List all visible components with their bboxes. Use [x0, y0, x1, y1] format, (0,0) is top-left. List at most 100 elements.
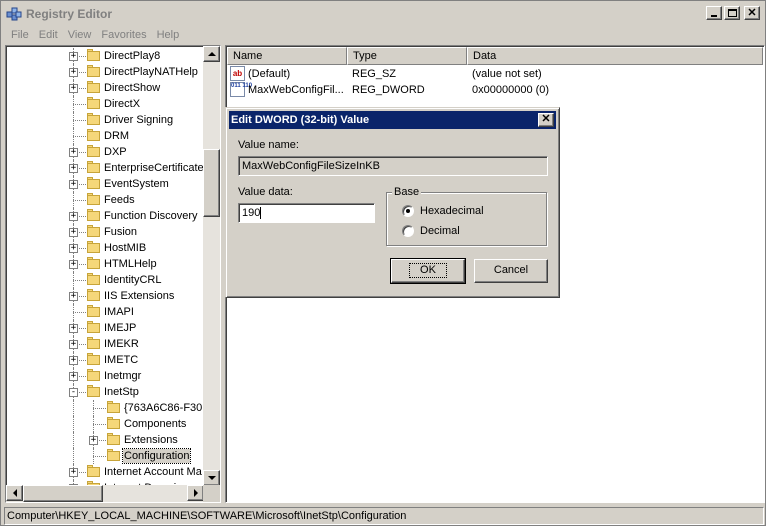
tree-item[interactable]: + Function Discovery: [6, 208, 204, 224]
arrow-left-icon: [12, 489, 17, 497]
expand-icon[interactable]: +: [69, 148, 78, 157]
expand-icon[interactable]: +: [69, 228, 78, 237]
tree-item[interactable]: IdentityCRL: [6, 272, 204, 288]
folder-icon: [86, 305, 101, 318]
tree-item[interactable]: + Extensions: [6, 432, 204, 448]
tree-item[interactable]: DirectX: [6, 96, 204, 112]
expand-icon[interactable]: +: [69, 180, 78, 189]
folder-icon: [86, 257, 101, 270]
tree-item[interactable]: + EnterpriseCertificate: [6, 160, 204, 176]
expand-icon[interactable]: +: [69, 164, 78, 173]
menu-edit[interactable]: Edit: [34, 29, 63, 41]
expand-icon[interactable]: +: [69, 244, 78, 253]
tree-item[interactable]: - InetStp: [6, 384, 204, 400]
radio-decimal[interactable]: Decimal: [402, 225, 460, 237]
cancel-button[interactable]: Cancel: [474, 259, 548, 283]
tree-horizontal-scrollbar[interactable]: [6, 485, 204, 502]
maximize-button[interactable]: [724, 6, 740, 20]
tree-item[interactable]: + DXP: [6, 144, 204, 160]
expand-icon[interactable]: +: [89, 436, 98, 445]
dialog-title: Edit DWORD (32-bit) Value: [231, 114, 370, 126]
ok-button[interactable]: OK: [390, 258, 466, 284]
expand-icon[interactable]: +: [69, 372, 78, 381]
expand-icon[interactable]: +: [69, 212, 78, 221]
value-data-input[interactable]: 190: [238, 203, 375, 223]
menu-favorites[interactable]: Favorites: [96, 29, 151, 41]
menu-view[interactable]: View: [63, 29, 97, 41]
tree-item[interactable]: Feeds: [6, 192, 204, 208]
list-row[interactable]: ab (Default) REG_SZ (value not set): [228, 66, 758, 82]
expand-icon[interactable]: +: [69, 260, 78, 269]
tree-item-label: EnterpriseCertificate: [104, 162, 204, 174]
registry-editor-icon: [6, 6, 22, 22]
column-header-name[interactable]: Name: [227, 47, 347, 65]
menu-file[interactable]: File: [6, 29, 34, 41]
tree-item[interactable]: Configuration: [6, 448, 204, 464]
expand-icon[interactable]: +: [69, 468, 78, 477]
expand-icon[interactable]: +: [69, 340, 78, 349]
scroll-right-button[interactable]: [187, 485, 204, 501]
folder-icon: [86, 337, 101, 350]
tree-item[interactable]: IMAPI: [6, 304, 204, 320]
tree-item[interactable]: {763A6C86-F30F: [6, 400, 204, 416]
expand-icon[interactable]: +: [69, 292, 78, 301]
tree-item[interactable]: + EventSystem: [6, 176, 204, 192]
scroll-down-button[interactable]: [203, 470, 220, 486]
tree-hscroll-thumb[interactable]: [23, 485, 103, 502]
tree-vertical-scrollbar[interactable]: [203, 46, 220, 486]
radio-hexadecimal[interactable]: Hexadecimal: [402, 205, 484, 217]
tree-item[interactable]: DRM: [6, 128, 204, 144]
list-header: Name Type Data: [227, 47, 763, 65]
tree-item[interactable]: + HTMLHelp: [6, 256, 204, 272]
tree-item[interactable]: + DirectPlayNATHelp: [6, 64, 204, 80]
list-row[interactable]: 011 110 MaxWebConfigFil... REG_DWORD 0x0…: [228, 82, 758, 98]
expand-icon[interactable]: +: [69, 68, 78, 77]
key-tree-pane[interactable]: + DirectPlay8 + DirectPlayNATHelp + DirectSho…: [5, 45, 221, 503]
close-button[interactable]: ✕: [744, 6, 760, 20]
column-header-type[interactable]: Type: [347, 47, 467, 65]
dialog-title-bar[interactable]: Edit DWORD (32-bit) Value ✕: [229, 111, 556, 129]
tree-guide-line: [93, 408, 106, 409]
folder-icon: [86, 465, 101, 478]
tree-scroll-thumb[interactable]: [203, 149, 220, 217]
tree-item-label: DirectPlayNATHelp: [104, 66, 198, 78]
tree-item[interactable]: + IMEJP: [6, 320, 204, 336]
tree-item[interactable]: + Internet Account Ma: [6, 464, 204, 480]
minimize-button[interactable]: [706, 6, 722, 20]
scroll-left-button[interactable]: [6, 485, 23, 501]
tree-item-label: {763A6C86-F30F: [124, 402, 204, 414]
folder-icon: [106, 401, 121, 414]
tree-item[interactable]: + DirectPlay8: [6, 48, 204, 64]
expand-icon[interactable]: +: [69, 84, 78, 93]
column-header-data[interactable]: Data: [467, 47, 763, 65]
expand-icon[interactable]: +: [69, 52, 78, 61]
tree-item[interactable]: + Fusion: [6, 224, 204, 240]
folder-icon: [86, 385, 101, 398]
value-data: 0x00000000 (0): [472, 84, 550, 96]
dialog-close-button[interactable]: ✕: [538, 113, 554, 127]
scroll-up-button[interactable]: [203, 46, 220, 62]
value-data: (value not set): [472, 68, 542, 80]
expand-icon[interactable]: +: [69, 324, 78, 333]
menu-help[interactable]: Help: [152, 29, 185, 41]
tree-item[interactable]: + IIS Extensions: [6, 288, 204, 304]
folder-icon: [86, 129, 101, 142]
tree-item[interactable]: Driver Signing: [6, 112, 204, 128]
collapse-icon[interactable]: -: [69, 388, 78, 397]
value-data-label: Value data:: [238, 186, 293, 198]
tree-item[interactable]: + Inetmgr: [6, 368, 204, 384]
value-name-field[interactable]: MaxWebConfigFileSizeInKB: [238, 156, 548, 176]
folder-icon: [86, 289, 101, 302]
tree-item[interactable]: + IMEKR: [6, 336, 204, 352]
tree-item[interactable]: + IMETC: [6, 352, 204, 368]
base-groupbox: [386, 192, 547, 246]
title-bar[interactable]: Registry Editor ✕: [2, 2, 764, 26]
tree-item-label: Function Discovery: [104, 210, 198, 222]
tree-guide-line: [73, 280, 86, 281]
tree-item[interactable]: + DirectShow: [6, 80, 204, 96]
tree-item[interactable]: + HostMIB: [6, 240, 204, 256]
binary-value-icon: 011 110: [230, 82, 252, 97]
tree-item[interactable]: Components: [6, 416, 204, 432]
scrollbar-corner: [203, 485, 220, 502]
expand-icon[interactable]: +: [69, 356, 78, 365]
